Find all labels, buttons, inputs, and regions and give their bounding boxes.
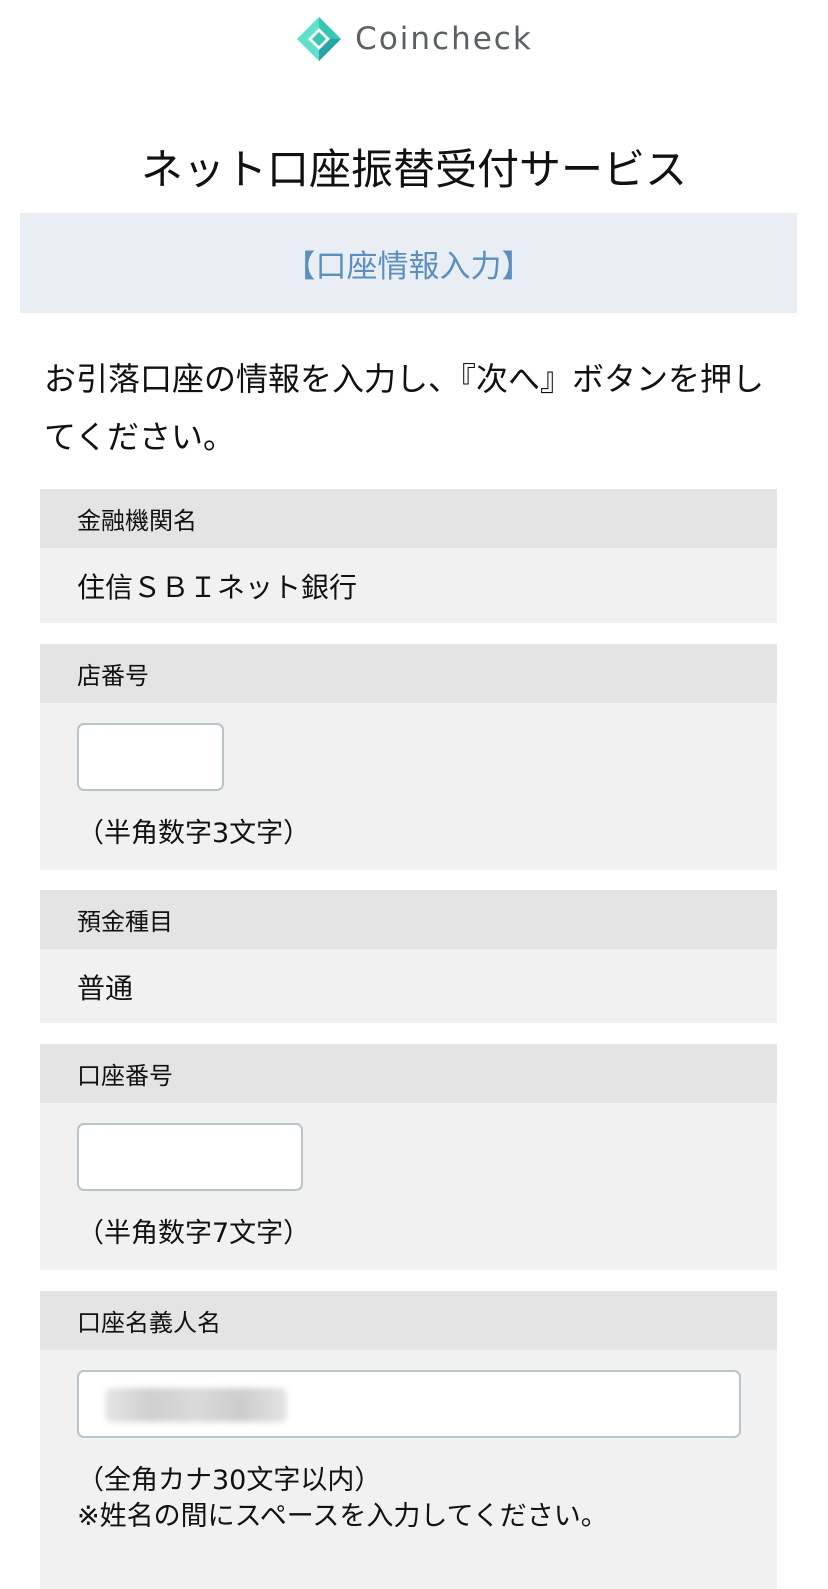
redacted-name-blur: [105, 1388, 287, 1422]
step-banner: 【口座情報入力】: [20, 213, 797, 313]
bank-name-value: 住信ＳＢＩネット銀行: [77, 570, 358, 604]
account-number-hint: （半角数字7文字）: [77, 1218, 311, 1249]
field-label-account-number: 口座番号: [40, 1044, 777, 1103]
field-account-type: 預金種目 普通: [40, 890, 777, 1023]
brand-name: Coincheck: [355, 21, 533, 57]
account-holder-input-wrap: [77, 1370, 741, 1438]
account-number-input[interactable]: [77, 1123, 303, 1191]
diamond-logo-icon: [297, 17, 342, 61]
page-title: ネット口座振替受付サービス: [140, 145, 687, 194]
account-type-value: 普通: [77, 971, 134, 1005]
step-label: 【口座情報入力】: [284, 248, 533, 285]
account-holder-hint-length: （全角カナ30文字以内）: [77, 1465, 382, 1496]
instruction-text: お引落口座の情報を入力し、『次へ』ボタンを押してください。: [44, 360, 765, 456]
field-label-branch-number: 店番号: [40, 644, 777, 703]
field-branch-number: 店番号 （半角数字3文字）: [40, 644, 777, 870]
account-holder-hint-space: ※姓名の間にスペースを入力してください。: [77, 1501, 608, 1532]
field-label-account-type: 預金種目: [40, 890, 777, 949]
field-label-account-holder: 口座名義人名: [40, 1291, 777, 1350]
field-account-holder: 口座名義人名 （全角カナ30文字以内） ※姓名の間にスペースを入力してください。: [40, 1291, 777, 1589]
brand-logo: Coincheck: [0, 14, 828, 64]
field-account-number: 口座番号 （半角数字7文字）: [40, 1044, 777, 1270]
branch-number-input[interactable]: [77, 723, 224, 791]
field-bank-name: 金融機関名 住信ＳＢＩネット銀行: [40, 489, 777, 623]
branch-number-hint: （半角数字3文字）: [77, 818, 311, 849]
field-label-bank-name: 金融機関名: [40, 489, 777, 548]
